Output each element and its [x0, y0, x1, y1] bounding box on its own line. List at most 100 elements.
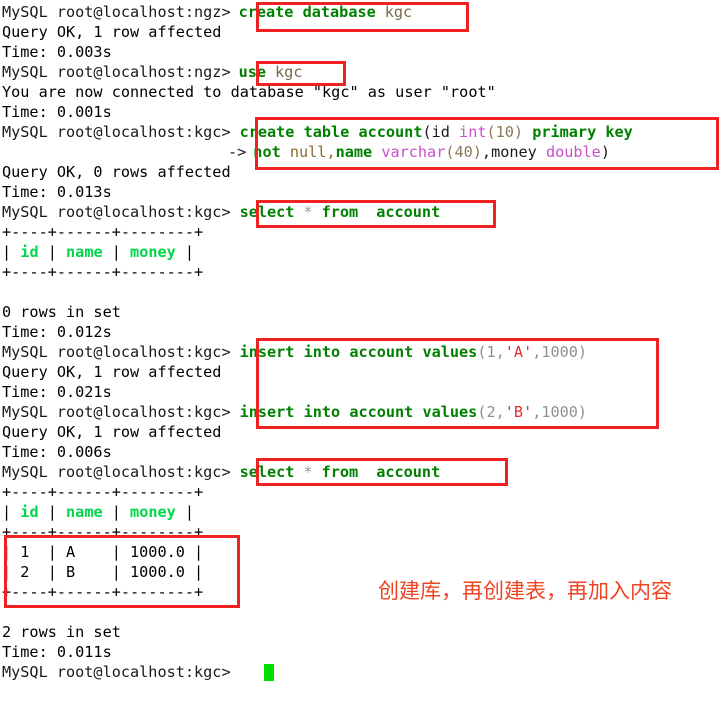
sql-string: 'B' — [504, 403, 533, 421]
sql-keyword: insert into account values — [239, 403, 478, 421]
query-status: Query OK, 1 row affected — [2, 423, 222, 441]
query-time: Time: 0.001s — [2, 103, 112, 121]
column-header-money: money — [130, 243, 176, 261]
shell-prompt: MySQL root@localhost:kgc> — [2, 343, 231, 361]
terminal-line: MySQL root@localhost:ngz> use kgc — [2, 62, 302, 82]
terminal-line: Time: 0.013s — [2, 182, 112, 202]
terminal-line: You are now connected to database "kgc" … — [2, 82, 496, 102]
sql-argument: kgc — [384, 3, 413, 21]
sql-null: null, — [280, 143, 336, 161]
connection-message: You are now connected to database "kgc" … — [2, 83, 496, 101]
query-status: Query OK, 0 rows affected — [2, 163, 231, 181]
terminal-line: 2 rows in set — [2, 622, 121, 642]
sql-keyword: select — [239, 463, 295, 481]
table-row: | 2 | B | 1000.0 | — [2, 562, 203, 582]
shell-prompt: MySQL root@localhost:ngz> — [2, 63, 231, 81]
column-header-id: id — [20, 243, 39, 261]
query-status: Query OK, 1 row affected — [2, 23, 222, 41]
sql-argument: kgc — [275, 63, 303, 81]
sql-type: int — [459, 123, 487, 141]
result-grid-border: +----+------+--------+ — [2, 222, 203, 242]
terminal-line: MySQL root@localhost:kgc> select * from acco… — [2, 202, 440, 222]
sql-type: double — [545, 143, 601, 161]
terminal-line: Query OK, 1 row affected — [2, 362, 221, 382]
result-grid-header-row: | id | name | money | — [2, 502, 194, 522]
grid-border-text: +----+------+--------+ — [2, 523, 204, 541]
terminal-line: 0 rows in set — [2, 302, 121, 322]
column-header-name: name — [66, 243, 103, 261]
query-time: Time: 0.011s — [2, 643, 112, 661]
terminal-line: Query OK, 1 row affected — [2, 22, 221, 42]
terminal-line: Time: 0.011s — [2, 642, 112, 662]
grid-border-text: +----+------+--------+ — [2, 223, 204, 241]
sql-keyword: from — [321, 203, 359, 221]
terminal-line: Time: 0.001s — [2, 102, 112, 122]
result-grid-border: +----+------+--------+ — [2, 582, 203, 602]
sql-wildcard: * — [303, 463, 313, 481]
query-status: Query OK, 1 row affected — [2, 363, 222, 381]
shell-prompt: MySQL root@localhost:kgc> — [2, 403, 231, 421]
sql-keyword: create database — [238, 3, 376, 21]
sql-keyword: insert into account values — [239, 343, 478, 361]
query-time: Time: 0.013s — [2, 183, 112, 201]
terminal-line: MySQL root@localhost:ngz> create database… — [2, 2, 412, 22]
text-cursor — [264, 664, 274, 681]
shell-prompt: MySQL root@localhost:ngz> — [2, 3, 231, 21]
terminal-line[interactable]: MySQL root@localhost:kgc> — [2, 662, 231, 682]
sql-keyword: create table account — [239, 123, 423, 141]
grid-pipe: | — [38, 503, 67, 521]
sql-keyword: select — [239, 203, 295, 221]
sql-keyword: use — [238, 63, 267, 81]
terminal-line: Time: 0.006s — [2, 442, 112, 462]
query-time: Time: 0.006s — [2, 443, 112, 461]
grid-pipe: | — [175, 243, 195, 261]
continuation-prompt: -> — [228, 143, 247, 161]
shell-prompt: MySQL root@localhost:kgc> — [2, 203, 231, 221]
terminal-screen: MySQL root@localhost:ngz> create database… — [0, 0, 721, 712]
sql-table-name: account — [376, 203, 441, 221]
shell-prompt: MySQL root@localhost:kgc> — [2, 123, 231, 141]
shell-prompt: MySQL root@localhost:kgc> — [2, 663, 231, 681]
sql-number: (40) — [445, 143, 482, 161]
sql-number: (10) — [486, 123, 524, 141]
terminal-line: MySQL root@localhost:kgc> insert into acc… — [2, 402, 587, 422]
sql-punctuation: (id — [422, 123, 460, 141]
column-header-name: name — [66, 503, 103, 521]
sql-number: (1, — [477, 343, 505, 361]
query-time: Time: 0.012s — [2, 323, 112, 341]
rows-in-set: 0 rows in set — [2, 303, 121, 321]
sql-keyword: from — [321, 463, 359, 481]
grid-border-text: +----+------+--------+ — [2, 483, 204, 501]
grid-pipe: | — [2, 503, 21, 521]
terminal-line: MySQL root@localhost:kgc> create table ac… — [2, 122, 633, 142]
table-row-text: | 1 | A | 1000.0 | — [2, 543, 204, 561]
result-grid-border: +----+------+--------+ — [2, 262, 203, 282]
result-grid-border: +----+------+--------+ — [2, 522, 203, 542]
sql-type: varchar — [372, 143, 446, 161]
terminal-line: Query OK, 0 rows affected — [2, 162, 231, 182]
terminal-line: Time: 0.012s — [2, 322, 112, 342]
sql-keyword: primary key — [523, 123, 633, 141]
rows-in-set: 2 rows in set — [2, 623, 121, 641]
terminal-line: MySQL root@localhost:kgc> insert into acc… — [2, 342, 587, 362]
sql-keyword: not — [253, 143, 281, 161]
grid-border-text: +----+------+--------+ — [2, 263, 204, 281]
terminal-line: MySQL root@localhost:kgc> select * from acco… — [2, 462, 440, 482]
sql-number: ,1000) — [532, 403, 588, 421]
sql-punctuation: ) — [600, 143, 610, 161]
column-header-money: money — [130, 503, 176, 521]
sql-keyword: name — [335, 143, 373, 161]
table-row: | 1 | A | 1000.0 | — [2, 542, 203, 562]
grid-pipe: | — [2, 243, 21, 261]
terminal-line: Time: 0.003s — [2, 42, 112, 62]
grid-border-text: +----+------+--------+ — [2, 583, 204, 601]
table-row-text: | 2 | B | 1000.0 | — [2, 563, 204, 581]
query-time: Time: 0.003s — [2, 43, 112, 61]
sql-string: 'A' — [504, 343, 533, 361]
grid-pipe: | — [175, 503, 195, 521]
sql-column: ,money — [481, 143, 546, 161]
sql-table-name: account — [376, 463, 441, 481]
grid-pipe: | — [38, 243, 67, 261]
grid-pipe: | — [102, 243, 131, 261]
sql-number: ,1000) — [532, 343, 588, 361]
